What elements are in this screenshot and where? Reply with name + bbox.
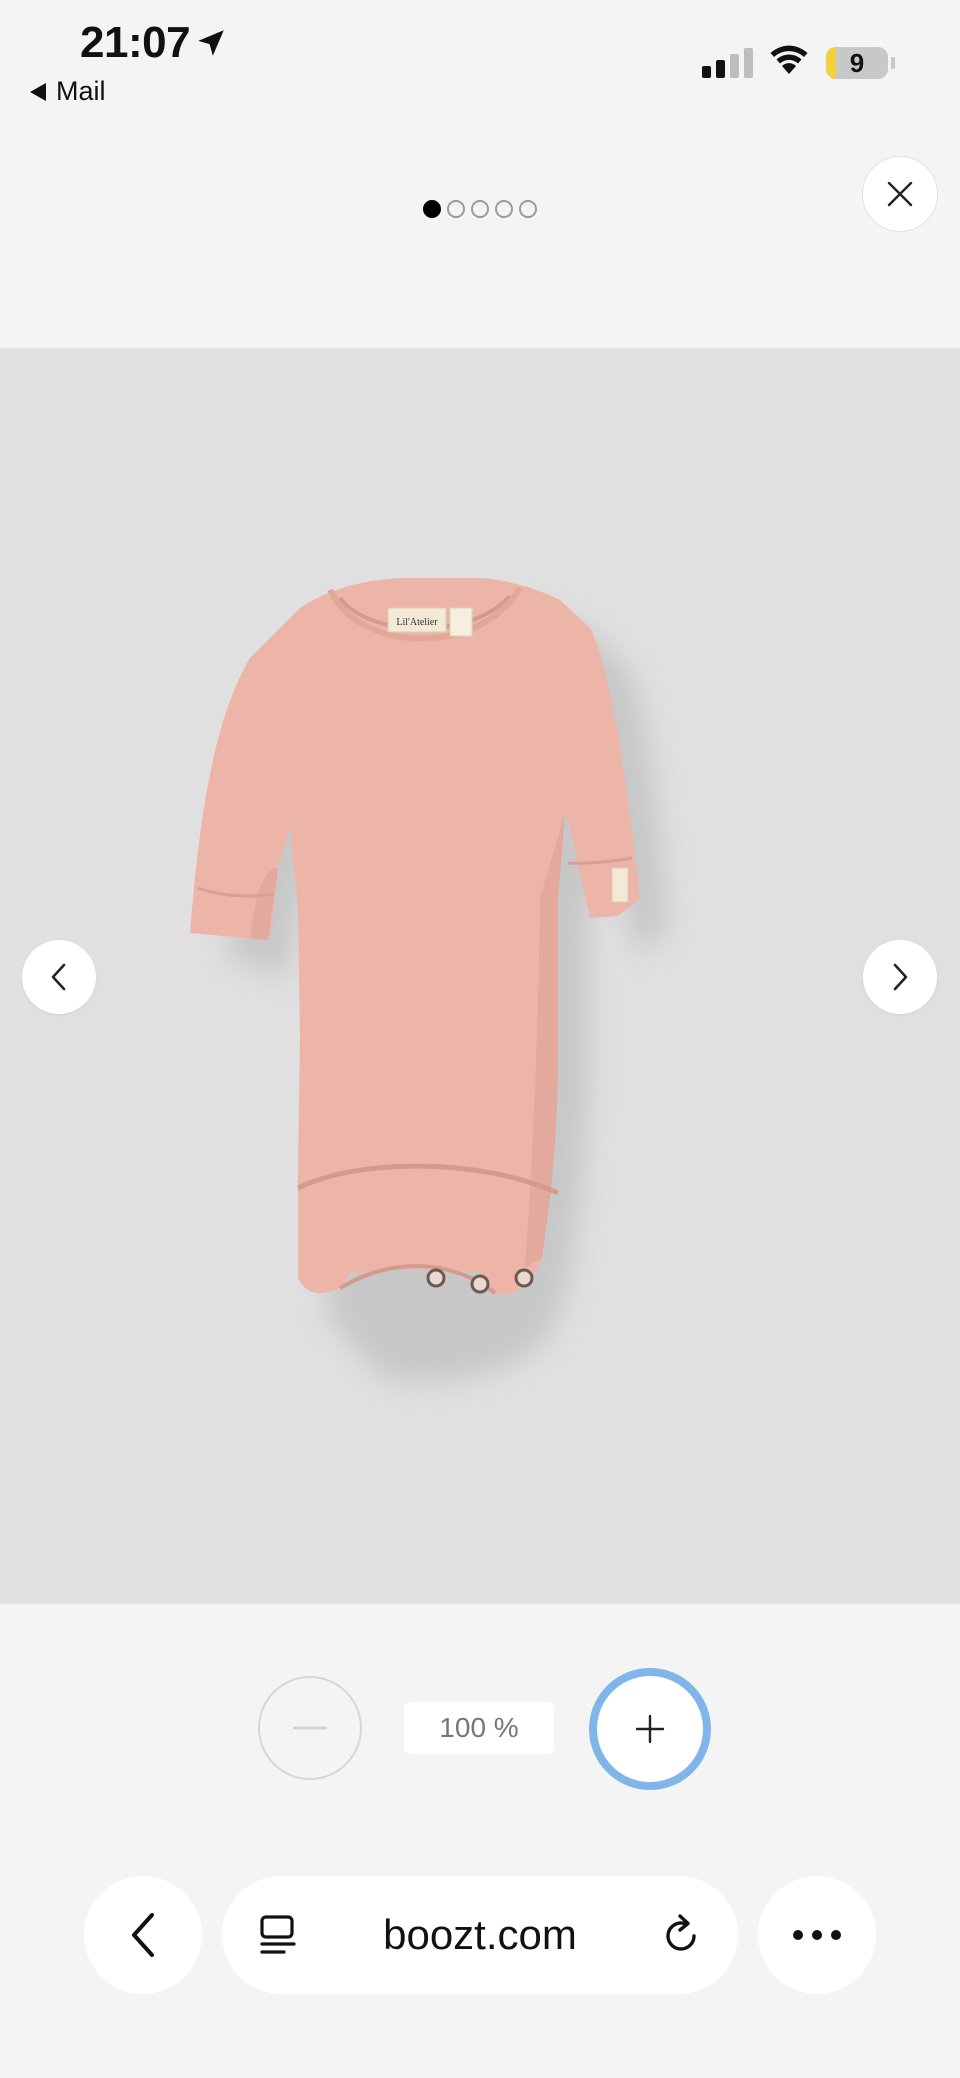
product-image-bodysuit: Lil'Atelier	[190, 578, 668, 1382]
back-triangle-icon	[30, 82, 46, 101]
battery-icon: 9	[826, 47, 888, 79]
address-bar[interactable]: boozt.com	[222, 1876, 738, 1994]
neck-label-text: Lil'Atelier	[396, 617, 438, 628]
zoom-in-button[interactable]	[589, 1668, 711, 1790]
zoom-level: 100 %	[404, 1702, 554, 1754]
product-image-stage[interactable]: Lil'Atelier	[0, 348, 960, 1604]
location-arrow-icon	[198, 30, 224, 56]
pagination-dot[interactable]	[447, 200, 465, 218]
chevron-left-icon	[51, 963, 66, 991]
signal-icon	[702, 48, 753, 78]
reload-icon[interactable]	[660, 1912, 704, 1958]
pagination-dot[interactable]	[519, 200, 537, 218]
status-time: 21:07	[80, 18, 191, 67]
zoom-in-inner	[597, 1676, 703, 1782]
minus-icon	[292, 1726, 328, 1730]
close-icon	[887, 181, 913, 207]
back-app-label: Mail	[56, 76, 106, 106]
chevron-right-icon	[893, 963, 908, 991]
battery-tip	[891, 57, 895, 69]
previous-image-button[interactable]	[22, 940, 96, 1014]
battery-level: 9	[849, 47, 865, 78]
chevron-left-icon	[132, 1913, 154, 1957]
pagination-dot[interactable]	[471, 200, 489, 218]
pagination-dot[interactable]	[495, 200, 513, 218]
more-dot	[812, 1930, 822, 1940]
plus-icon	[635, 1714, 665, 1744]
more-dot	[793, 1930, 803, 1940]
zoom-out-button[interactable]	[258, 1676, 362, 1780]
back-to-mail-link[interactable]: Mail	[30, 76, 106, 107]
pagination-dot[interactable]	[423, 200, 441, 218]
close-button[interactable]	[862, 156, 938, 232]
browser-back-button[interactable]	[84, 1876, 202, 1994]
wifi-icon	[770, 45, 808, 74]
next-image-button[interactable]	[863, 940, 937, 1014]
more-dot	[831, 1930, 841, 1940]
gallery-pagination	[0, 200, 960, 218]
more-options-button[interactable]	[758, 1876, 876, 1994]
status-bar: 21:07 Mail 9	[0, 0, 960, 120]
